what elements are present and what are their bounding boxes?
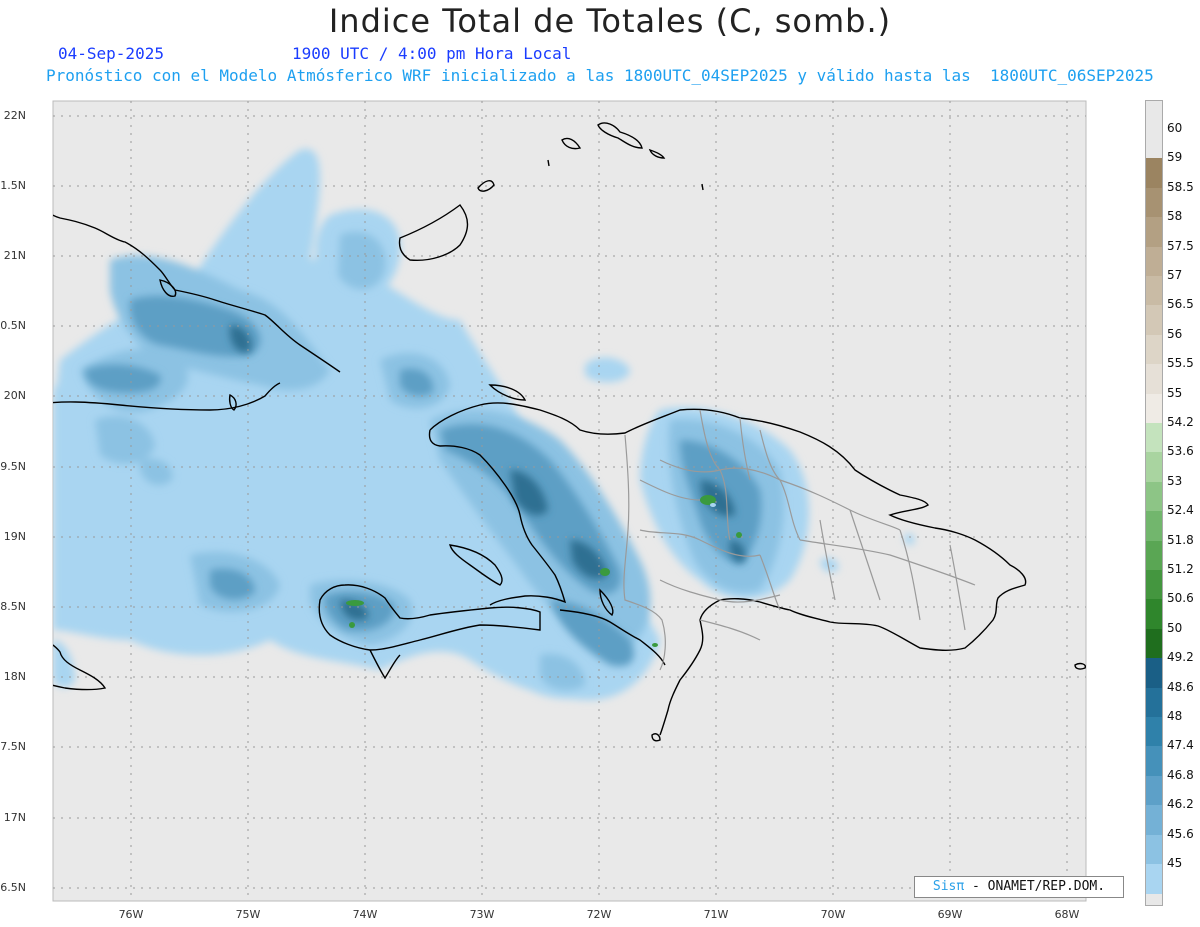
colorbar-label: 51.2 — [1167, 562, 1194, 576]
colorbar-swatch — [1146, 864, 1162, 894]
colorbar-label: 53.6 — [1167, 444, 1194, 459]
credit-text: - ONAMET/REP.DOM. — [964, 879, 1106, 894]
lat-label: 7.5N — [0, 740, 26, 753]
lat-label: 9.5N — [0, 460, 26, 473]
lat-label: 0.5N — [0, 319, 26, 332]
colorbar-label: 51.8 — [1167, 532, 1194, 547]
lon-label: 73W — [469, 908, 495, 921]
colorbar-label: 53 — [1167, 473, 1183, 488]
colorbar — [1145, 100, 1163, 906]
colorbar-swatch — [1146, 393, 1162, 424]
colorbar-label: 47.4 — [1167, 738, 1194, 753]
colorbar-label: 45.6 — [1167, 826, 1194, 841]
colorbar-swatch — [1146, 717, 1162, 747]
colorbar-swatch — [1146, 452, 1162, 483]
colorbar-swatch — [1146, 305, 1162, 336]
colorbar-label: 55.5 — [1167, 356, 1194, 371]
sispi-logo: Sisπ — [932, 879, 965, 894]
forecast-map — [52, 100, 1087, 902]
colorbar-swatch — [1146, 187, 1162, 218]
colorbar-label: 48 — [1167, 709, 1183, 723]
lat-label: 21N — [3, 249, 26, 262]
colorbar-label: 57.5 — [1167, 238, 1194, 253]
colorbar-swatch — [1146, 246, 1162, 277]
colorbar-label: 46.2 — [1167, 797, 1194, 812]
colorbar-label: 56 — [1167, 326, 1183, 341]
colorbar-label: 60 — [1167, 121, 1183, 135]
colorbar-label: 59 — [1167, 150, 1183, 165]
colorbar-swatch — [1146, 129, 1162, 159]
lon-label: 72W — [586, 908, 612, 921]
colorbar-label: 46.8 — [1167, 767, 1194, 782]
lon-label: 71W — [703, 908, 729, 921]
colorbar-swatch — [1146, 423, 1162, 453]
colorbar-swatch — [1146, 481, 1162, 512]
colorbar-swatch — [1146, 511, 1162, 542]
lat-label: 1.5N — [0, 179, 26, 192]
colorbar-swatch — [1146, 334, 1162, 365]
colorbar-label: 55 — [1167, 385, 1183, 400]
colorbar-swatch — [1146, 570, 1162, 600]
colorbar-swatch — [1146, 658, 1162, 689]
lon-label: 69W — [937, 908, 963, 921]
lat-label: 18N — [3, 670, 26, 683]
lon-label: 75W — [235, 908, 261, 921]
colorbar-swatch — [1146, 540, 1162, 571]
lon-label: 70W — [820, 908, 846, 921]
colorbar-swatch — [1146, 834, 1162, 865]
lon-label: 76W — [118, 908, 144, 921]
colorbar-swatch — [1146, 217, 1162, 248]
colorbar-label: 54.2 — [1167, 415, 1194, 429]
colorbar-swatch — [1146, 775, 1162, 806]
colorbar-swatch — [1146, 158, 1162, 189]
colorbar-swatch — [1146, 364, 1162, 395]
lon-label: 68W — [1054, 908, 1080, 921]
lat-label: 6.5N — [0, 881, 26, 894]
lat-label: 20N — [3, 389, 26, 402]
colorbar-swatch — [1146, 746, 1162, 777]
colorbar-swatch — [1146, 276, 1162, 306]
colorbar-swatch — [1146, 805, 1162, 836]
lat-label: 17N — [3, 811, 26, 824]
lat-label: 22N — [3, 109, 26, 122]
colorbar-label: 52.4 — [1167, 503, 1194, 518]
colorbar-label: 49.2 — [1167, 650, 1194, 665]
lon-label: 74W — [352, 908, 378, 921]
colorbar-label: 56.5 — [1167, 297, 1194, 312]
colorbar-swatch — [1146, 687, 1162, 718]
colorbar-label: 57 — [1167, 268, 1183, 282]
colorbar-label: 50.6 — [1167, 591, 1194, 606]
colorbar-label: 48.6 — [1167, 679, 1194, 694]
colorbar-label: 58.5 — [1167, 179, 1194, 194]
lat-label: 8.5N — [0, 600, 26, 613]
colorbar-swatch — [1146, 599, 1162, 630]
colorbar-swatch — [1146, 628, 1162, 659]
lat-label: 19N — [3, 530, 26, 543]
credit-box: Sisπ - ONAMET/REP.DOM. — [914, 876, 1124, 898]
colorbar-label: 45 — [1167, 856, 1183, 870]
colorbar-label: 58 — [1167, 209, 1183, 224]
colorbar-label: 50 — [1167, 620, 1183, 635]
